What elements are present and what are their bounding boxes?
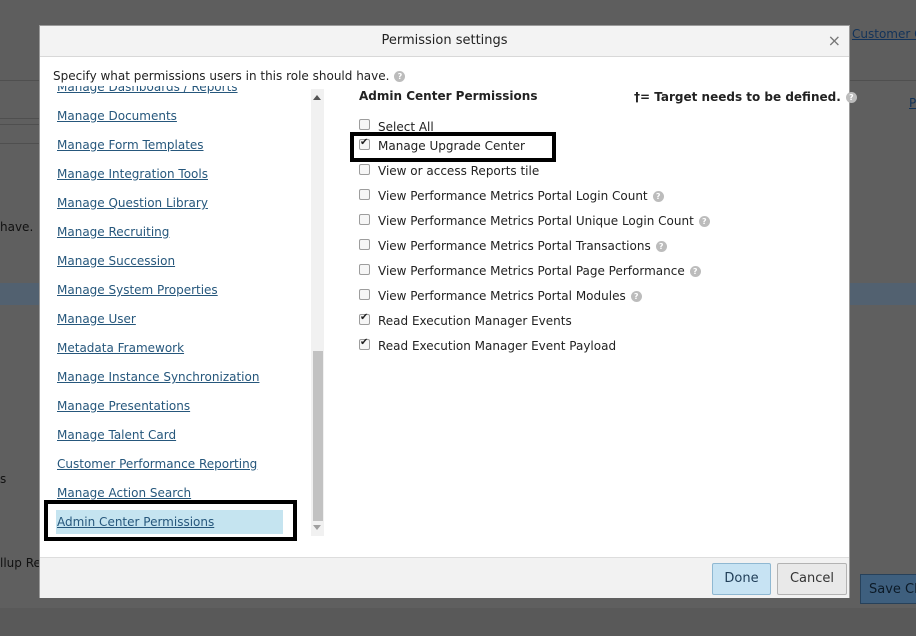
category-link[interactable]: Metadata Framework bbox=[57, 341, 184, 355]
category-link[interactable]: Manage Integration Tools bbox=[57, 167, 208, 181]
category-link[interactable]: Manage Question Library bbox=[57, 196, 208, 210]
help-icon[interactable]: ? bbox=[630, 291, 642, 302]
permission-checkbox[interactable] bbox=[359, 119, 370, 130]
permission-checkbox[interactable] bbox=[359, 289, 370, 300]
help-icon[interactable]: ? bbox=[689, 266, 701, 277]
instruction-label: Specify what permissions users in this r… bbox=[53, 69, 390, 83]
background-divider bbox=[0, 143, 40, 144]
permission-checkbox[interactable] bbox=[359, 164, 370, 175]
instruction-text: Specify what permissions users in this r… bbox=[53, 69, 406, 83]
scroll-up-icon[interactable] bbox=[313, 95, 321, 100]
category-link[interactable]: Manage Documents bbox=[57, 109, 177, 123]
category-link[interactable]: Manage Talent Card bbox=[57, 428, 176, 442]
permission-label-text: View Performance Metrics Portal Modules bbox=[378, 289, 626, 303]
background-divider bbox=[0, 124, 40, 125]
help-icon[interactable]: ? bbox=[655, 241, 667, 252]
background-save-button[interactable]: Save Ch bbox=[860, 574, 916, 604]
help-icon[interactable]: ? bbox=[845, 92, 857, 103]
cancel-button[interactable]: Cancel bbox=[777, 563, 847, 595]
permission-checkbox[interactable] bbox=[359, 337, 370, 350]
permission-label: View Performance Metrics Portal Transact… bbox=[378, 239, 667, 253]
permission-label: View Performance Metrics Portal Login Co… bbox=[378, 189, 664, 203]
category-scrollbar[interactable] bbox=[311, 89, 324, 536]
category-link[interactable]: Manage User bbox=[57, 312, 136, 326]
category-link[interactable]: Manage Action Search bbox=[57, 486, 191, 500]
permissions-title: Admin Center Permissions bbox=[359, 89, 538, 103]
permission-checkbox[interactable] bbox=[359, 214, 370, 225]
dialog-header: Permission settings × bbox=[40, 26, 849, 57]
permission-label-text: View Performance Metrics Portal Unique L… bbox=[378, 214, 694, 228]
done-button[interactable]: Done bbox=[712, 563, 771, 595]
category-link[interactable]: Manage Form Templates bbox=[57, 138, 204, 152]
close-icon[interactable]: × bbox=[828, 31, 841, 50]
permission-checkbox[interactable] bbox=[359, 189, 370, 200]
target-legend: †= Target needs to be defined.? bbox=[634, 90, 857, 104]
category-link[interactable]: Manage Recruiting bbox=[57, 225, 169, 239]
background-footer bbox=[0, 608, 916, 636]
category-link[interactable]: Manage Presentations bbox=[57, 399, 190, 413]
permission-label: Read Execution Manager Events bbox=[378, 314, 572, 328]
help-icon[interactable]: ? bbox=[652, 191, 664, 202]
category-link[interactable]: Manage Instance Synchronization bbox=[57, 370, 259, 384]
permission-label: View Performance Metrics Portal Page Per… bbox=[378, 264, 701, 278]
annotation-highlight-box bbox=[44, 500, 297, 541]
permission-label: Read Execution Manager Event Payload bbox=[378, 339, 617, 353]
background-text: llup Re bbox=[0, 556, 41, 570]
category-list: Manage Dashboards / Reports Manage Docum… bbox=[40, 86, 327, 539]
permission-checkbox[interactable] bbox=[359, 239, 370, 250]
background-text: s bbox=[0, 472, 7, 486]
category-link[interactable]: Manage Succession bbox=[57, 254, 175, 268]
permission-checkbox[interactable] bbox=[359, 264, 370, 275]
permission-label: View Performance Metrics Portal Unique L… bbox=[378, 214, 710, 228]
permission-label: View Performance Metrics Portal Modules? bbox=[378, 289, 642, 303]
scroll-thumb[interactable] bbox=[313, 351, 323, 521]
category-link[interactable]: Manage System Properties bbox=[57, 283, 218, 297]
background-link[interactable]: P bbox=[909, 96, 916, 110]
annotation-highlight-box bbox=[350, 132, 556, 162]
permission-label-text: View Performance Metrics Portal Page Per… bbox=[378, 264, 685, 278]
background-customer-link[interactable]: Customer C bbox=[852, 27, 916, 41]
permission-label: View or access Reports tile bbox=[378, 164, 540, 178]
background-divider bbox=[0, 118, 40, 119]
category-link[interactable]: Customer Performance Reporting bbox=[57, 457, 257, 471]
background-text: have. bbox=[0, 220, 34, 234]
category-link[interactable]: Manage Dashboards / Reports bbox=[57, 86, 238, 94]
permission-settings-dialog: Permission settings × Specify what permi… bbox=[39, 25, 857, 598]
help-icon[interactable]: ? bbox=[394, 71, 406, 82]
permission-checkbox[interactable] bbox=[359, 312, 370, 325]
scroll-down-icon[interactable] bbox=[313, 525, 321, 530]
dialog-title: Permission settings bbox=[381, 33, 508, 48]
permission-label-text: View Performance Metrics Portal Login Co… bbox=[378, 189, 648, 203]
legend-text: †= Target needs to be defined. bbox=[634, 90, 841, 104]
help-icon[interactable]: ? bbox=[698, 216, 710, 227]
permission-label-text: View Performance Metrics Portal Transact… bbox=[378, 239, 651, 253]
dialog-footer: Done Cancel bbox=[40, 557, 849, 598]
